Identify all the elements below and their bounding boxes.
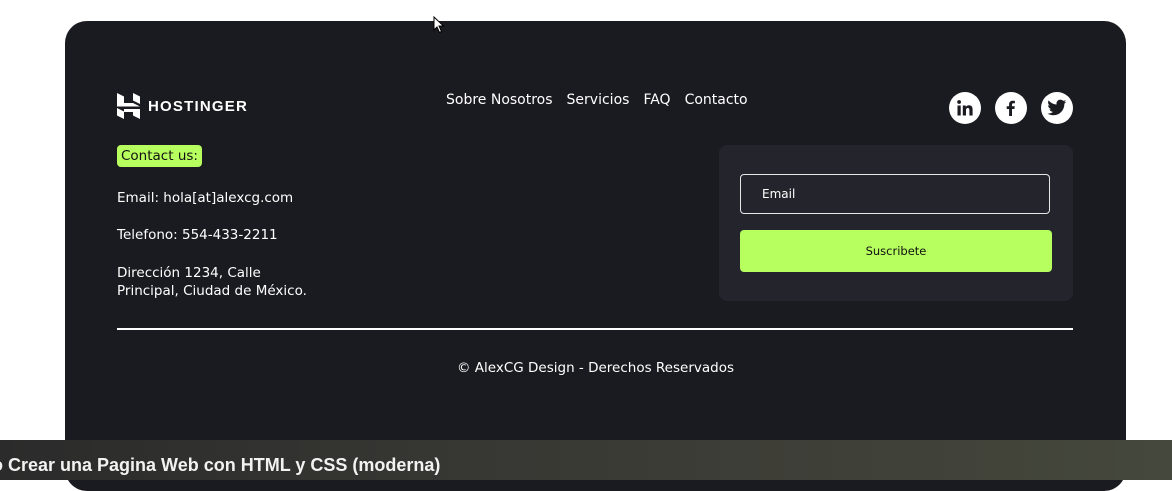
twitter-icon bbox=[1047, 99, 1067, 116]
mouse-cursor-icon bbox=[433, 16, 445, 34]
footer: HOSTINGER Sobre Nosotros Servicios FAQ C… bbox=[65, 21, 1126, 491]
contact-address: Dirección 1234, Calle Principal, Ciudad … bbox=[117, 265, 307, 299]
footer-divider bbox=[117, 328, 1073, 330]
linkedin-button[interactable] bbox=[949, 92, 981, 124]
contact-us-badge: Contact us: bbox=[117, 145, 202, 167]
facebook-icon bbox=[1006, 100, 1015, 116]
nav-item-servicios[interactable]: Servicios bbox=[567, 92, 630, 108]
main-nav: Sobre Nosotros Servicios FAQ Contacto bbox=[446, 92, 748, 108]
subscribe-panel: Suscribete bbox=[719, 145, 1073, 301]
video-title-bar: o Crear una Pagina Web con HTML y CSS (m… bbox=[0, 440, 1172, 480]
copyright-text: © AlexCG Design - Derechos Reservados bbox=[457, 360, 734, 376]
subscribe-button[interactable]: Suscribete bbox=[740, 230, 1052, 272]
facebook-button[interactable] bbox=[995, 92, 1027, 124]
nav-item-faq[interactable]: FAQ bbox=[643, 92, 670, 108]
brand-name: HOSTINGER bbox=[148, 97, 248, 115]
contact-phone: Telefono: 554-433-2211 bbox=[117, 227, 278, 243]
video-title[interactable]: o Crear una Pagina Web con HTML y CSS (m… bbox=[0, 455, 440, 476]
nav-item-sobre-nosotros[interactable]: Sobre Nosotros bbox=[446, 92, 553, 108]
linkedin-icon bbox=[957, 100, 973, 116]
nav-item-contacto[interactable]: Contacto bbox=[685, 92, 748, 108]
email-field[interactable] bbox=[740, 174, 1050, 214]
social-links bbox=[949, 92, 1073, 124]
twitter-button[interactable] bbox=[1041, 92, 1073, 124]
contact-email: Email: hola[at]alexcg.com bbox=[117, 190, 294, 206]
hostinger-logo-icon bbox=[117, 93, 140, 119]
brand-logo[interactable]: HOSTINGER bbox=[117, 93, 248, 119]
